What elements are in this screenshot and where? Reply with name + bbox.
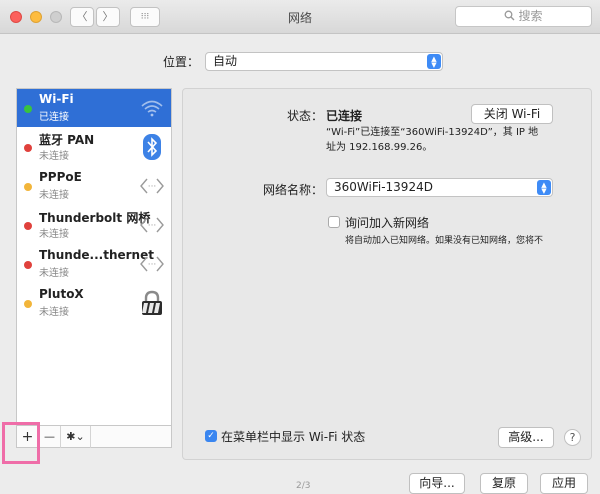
advanced-button[interactable]: 高级...	[498, 427, 554, 448]
minus-icon: —	[44, 430, 55, 443]
service-name: Thunde...thernet	[39, 248, 154, 262]
service-status: 未连接	[39, 268, 69, 279]
location-label: 位置：	[163, 55, 200, 69]
status-description: “Wi-Fi”已连接至“360WiFi-13924D”，其 IP 地 址为 19…	[326, 127, 539, 153]
network-arrows-icon: ···	[138, 210, 166, 240]
service-status: 未连接	[39, 151, 69, 162]
network-name-value: 360WiFi-13924D	[334, 180, 433, 194]
gear-icon: ✱⌄	[66, 430, 85, 443]
assistant-button[interactable]: 向导...	[409, 473, 465, 494]
status-value: 已连接	[326, 109, 363, 123]
page-indicator: 2/3	[296, 481, 311, 491]
title-bar: 〈 〉 ⁝⁝⁝ 网络 搜索	[0, 0, 600, 34]
wifi-icon	[138, 93, 166, 123]
network-preferences-window: 〈 〉 ⁝⁝⁝ 网络 搜索 位置： 自动 ▲ ▼ Wi-Fi 已连接蓝牙 PAN 未连…	[0, 0, 600, 494]
select-stepper-icon: ▲ ▼	[537, 180, 551, 195]
service-name: PPPoE	[39, 170, 82, 184]
svg-text:···: ···	[148, 260, 157, 270]
status-dot	[24, 300, 32, 308]
service-name: 蓝牙 PAN	[39, 133, 95, 147]
location-select[interactable]: 自动 ▲ ▼	[205, 52, 443, 71]
show-in-menubar-checkbox[interactable]: ✓	[205, 430, 217, 442]
service-item[interactable]: Wi-Fi 已连接	[17, 89, 171, 127]
service-status: 未连接	[39, 307, 69, 318]
network-name-select[interactable]: 360WiFi-13924D ▲ ▼	[326, 178, 553, 197]
status-dot	[24, 144, 32, 152]
svg-text:···: ···	[148, 221, 157, 231]
location-value: 自动	[213, 54, 238, 68]
network-arrows-icon: ···	[138, 171, 166, 201]
status-dot	[24, 183, 32, 191]
select-stepper-icon: ▲ ▼	[427, 54, 441, 69]
status-dot	[24, 105, 32, 113]
status-dot	[24, 222, 32, 230]
search-field[interactable]: 搜索	[455, 6, 592, 27]
service-item[interactable]: PlutoX 未连接	[17, 284, 171, 322]
help-icon: ?	[569, 431, 576, 444]
service-list: Wi-Fi 已连接 蓝牙 PAN 未连接 PPPoE 未连接 ··· Thunderbolt …	[16, 88, 172, 426]
detail-panel: 状态： 已连接 关闭 Wi-Fi “Wi-Fi”已连接至“360WiFi-139…	[182, 88, 592, 460]
revert-button[interactable]: 复原	[480, 473, 528, 494]
service-name: Thunderbolt 网桥	[39, 211, 151, 225]
action-menu-button[interactable]: ✱⌄	[61, 426, 91, 448]
ask-join-label: 询问加入新网络	[345, 216, 430, 230]
highlight-box	[2, 422, 40, 464]
service-status: 未连接	[39, 229, 69, 240]
help-button[interactable]: ?	[564, 429, 581, 446]
lock-icon	[138, 288, 166, 318]
bluetooth-icon	[138, 132, 166, 162]
search-icon	[505, 10, 515, 21]
status-dot	[24, 261, 32, 269]
service-item[interactable]: 蓝牙 PAN 未连接	[17, 128, 171, 166]
ask-join-description: 将自动加入已知网络。如果没有已知网络，您将不	[345, 236, 544, 246]
search-placeholder: 搜索	[518, 9, 543, 23]
show-in-menubar-label: 在菜单栏中显示 Wi-Fi 状态	[221, 430, 366, 444]
service-item[interactable]: Thunde...thernet 未连接 ···	[17, 245, 171, 283]
network-name-label: 网络名称：	[262, 183, 323, 197]
service-item[interactable]: PPPoE 未连接 ···	[17, 167, 171, 205]
service-name: Wi-Fi	[39, 92, 74, 106]
status-label: 状态：	[286, 109, 323, 123]
service-item[interactable]: Thunderbolt 网桥 未连接 ···	[17, 206, 171, 244]
network-arrows-icon: ···	[138, 249, 166, 279]
remove-service-button[interactable]: —	[39, 426, 61, 448]
apply-button[interactable]: 应用	[540, 473, 588, 494]
service-name: PlutoX	[39, 287, 84, 301]
service-status: 已连接	[39, 112, 69, 123]
svg-text:···: ···	[148, 182, 157, 192]
service-status: 未连接	[39, 190, 69, 201]
turn-off-wifi-button[interactable]: 关闭 Wi-Fi	[471, 104, 553, 124]
ask-join-checkbox[interactable]	[328, 216, 340, 228]
